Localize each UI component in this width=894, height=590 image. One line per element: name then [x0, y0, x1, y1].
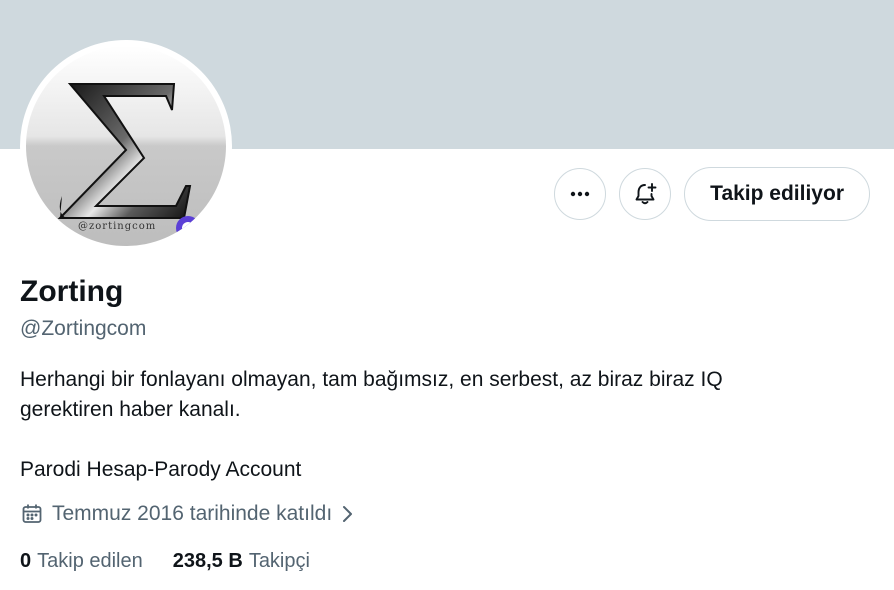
- following-stat[interactable]: 0 Takip edilen: [20, 550, 143, 573]
- following-label: Takip edilen: [37, 550, 143, 572]
- more-button[interactable]: [554, 168, 607, 220]
- display-name: Zorting: [20, 275, 124, 308]
- following-button[interactable]: Takip ediliyor: [684, 167, 870, 221]
- profile-page: @zortingcom Takip ediliyor Zorting @Zort…: [0, 0, 894, 590]
- followers-stat[interactable]: 238,5 B Takipçi: [173, 550, 310, 573]
- bio: Herhangi bir fonlayanı olmayan, tam bağı…: [20, 365, 860, 425]
- joined-text: Temmuz 2016 tarihinde katıldı: [52, 502, 333, 525]
- avatar-watermark: @zortingcom: [78, 221, 157, 232]
- chevron-right-icon: [338, 504, 356, 524]
- following-count: 0: [20, 550, 32, 572]
- followers-count: 238,5 B: [172, 550, 243, 572]
- joined-date[interactable]: Temmuz 2016 tarihinde katıldı: [20, 502, 356, 526]
- profile-actions: Takip ediliyor: [554, 167, 870, 221]
- avatar-logo: [26, 46, 226, 246]
- handle: @Zortingcom: [20, 317, 147, 340]
- more-horizontal-icon: [569, 183, 591, 205]
- bio-line: Herhangi bir fonlayanı olmayan, tam bağı…: [20, 368, 723, 391]
- follow-stats: 0 Takip edilen 238,5 B Takipçi: [20, 550, 310, 573]
- bell-plus-icon: [632, 181, 658, 207]
- bio-parody-label: Parodi Hesap-Parody Account: [20, 458, 302, 481]
- bio-line: gerektiren haber kanalı.: [20, 398, 241, 421]
- calendar-icon: [20, 502, 44, 526]
- followers-label: Takipçi: [248, 550, 310, 572]
- notify-button[interactable]: [619, 168, 672, 220]
- avatar[interactable]: @zortingcom: [26, 46, 226, 246]
